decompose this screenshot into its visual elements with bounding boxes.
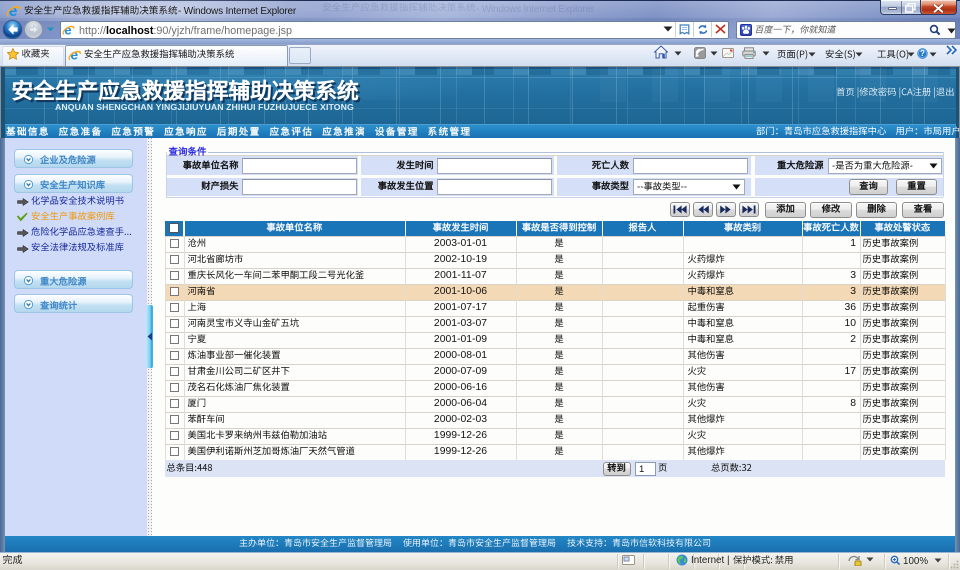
svg-text:?: ? [920, 49, 925, 58]
